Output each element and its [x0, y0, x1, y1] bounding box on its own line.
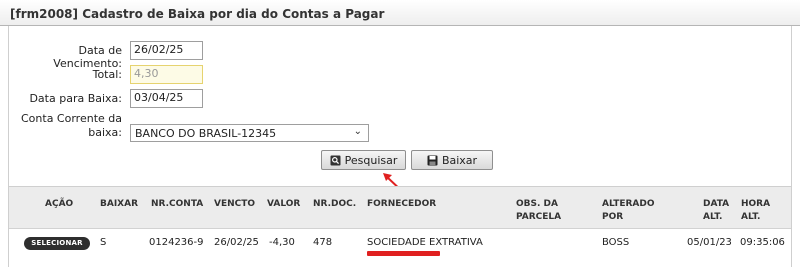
window-title: [frm2008] Cadastro de Baixa por dia do C…	[10, 7, 385, 21]
header-data-line1: DATA	[703, 199, 730, 209]
cell-valor: -4,30	[269, 237, 295, 248]
baixa-label: Data para Baixa:	[29, 92, 122, 105]
cell-vencto: 26/02/25	[214, 237, 259, 248]
header-obs-line1: OBS. DA	[516, 199, 558, 209]
total-input: 4,30	[130, 65, 203, 84]
conta-select[interactable]: BANCO DO BRASIL-12345 ⌄	[130, 124, 369, 142]
header-nr-doc: NR.DOC.	[313, 199, 357, 209]
cell-nr-conta: 0124236-9	[149, 237, 204, 248]
cell-hora-alt: 09:35:06	[740, 237, 785, 248]
results-table: AÇÃO BAIXAR NR.CONTA VENCTO VALOR NR.DOC…	[8, 186, 792, 267]
cell-fornecedor: SOCIEDADE EXTRATIVA	[367, 237, 483, 248]
cell-baixar: S	[100, 237, 107, 248]
chevron-down-icon: ⌄	[353, 126, 362, 137]
selecionar-button[interactable]: SELECIONAR	[24, 237, 90, 250]
header-baixar: BAIXAR	[100, 199, 139, 209]
total-label: Total:	[92, 68, 122, 81]
header-nr-conta: NR.CONTA	[151, 199, 204, 209]
cell-data-alt: 05/01/23	[687, 237, 732, 248]
header-alterado-line1: ALTERADO	[602, 199, 655, 209]
baixa-input[interactable]: 03/04/25	[130, 89, 203, 108]
header-acao: AÇÃO	[45, 199, 74, 209]
search-icon	[330, 155, 341, 166]
pesquisar-label: Pesquisar	[344, 153, 398, 167]
conta-select-value: BANCO DO BRASIL-12345	[135, 127, 277, 140]
floppy-disk-icon	[427, 155, 438, 166]
header-fornecedor: FORNECEDOR	[367, 199, 437, 209]
redaction-underline	[367, 251, 440, 256]
conta-label-line2: baixa:	[88, 126, 122, 139]
baixar-button[interactable]: Baixar	[411, 150, 493, 170]
header-obs-line2: PARCELA	[516, 212, 562, 222]
pesquisar-button[interactable]: Pesquisar	[321, 150, 406, 170]
window-titlebar: [frm2008] Cadastro de Baixa por dia do C…	[0, 0, 800, 26]
header-alterado-line2: POR	[602, 212, 624, 222]
header-valor: VALOR	[267, 199, 301, 209]
header-vencto: VENCTO	[214, 199, 256, 209]
conta-label-line1: Conta Corrente da	[21, 112, 122, 125]
cell-alterado: BOSS	[602, 237, 630, 248]
header-hora-line1: HORA	[741, 199, 771, 209]
baixar-label: Baixar	[441, 153, 478, 167]
header-data-line2: ALT.	[703, 212, 723, 222]
cell-nr-doc: 478	[313, 237, 333, 248]
vencimento-input[interactable]: 26/02/25	[130, 41, 203, 60]
vencimento-label: Data de Vencimento:	[53, 44, 122, 70]
header-hora-line2: ALT.	[741, 212, 761, 222]
table-header: AÇÃO BAIXAR NR.CONTA VENCTO VALOR NR.DOC…	[9, 187, 791, 229]
